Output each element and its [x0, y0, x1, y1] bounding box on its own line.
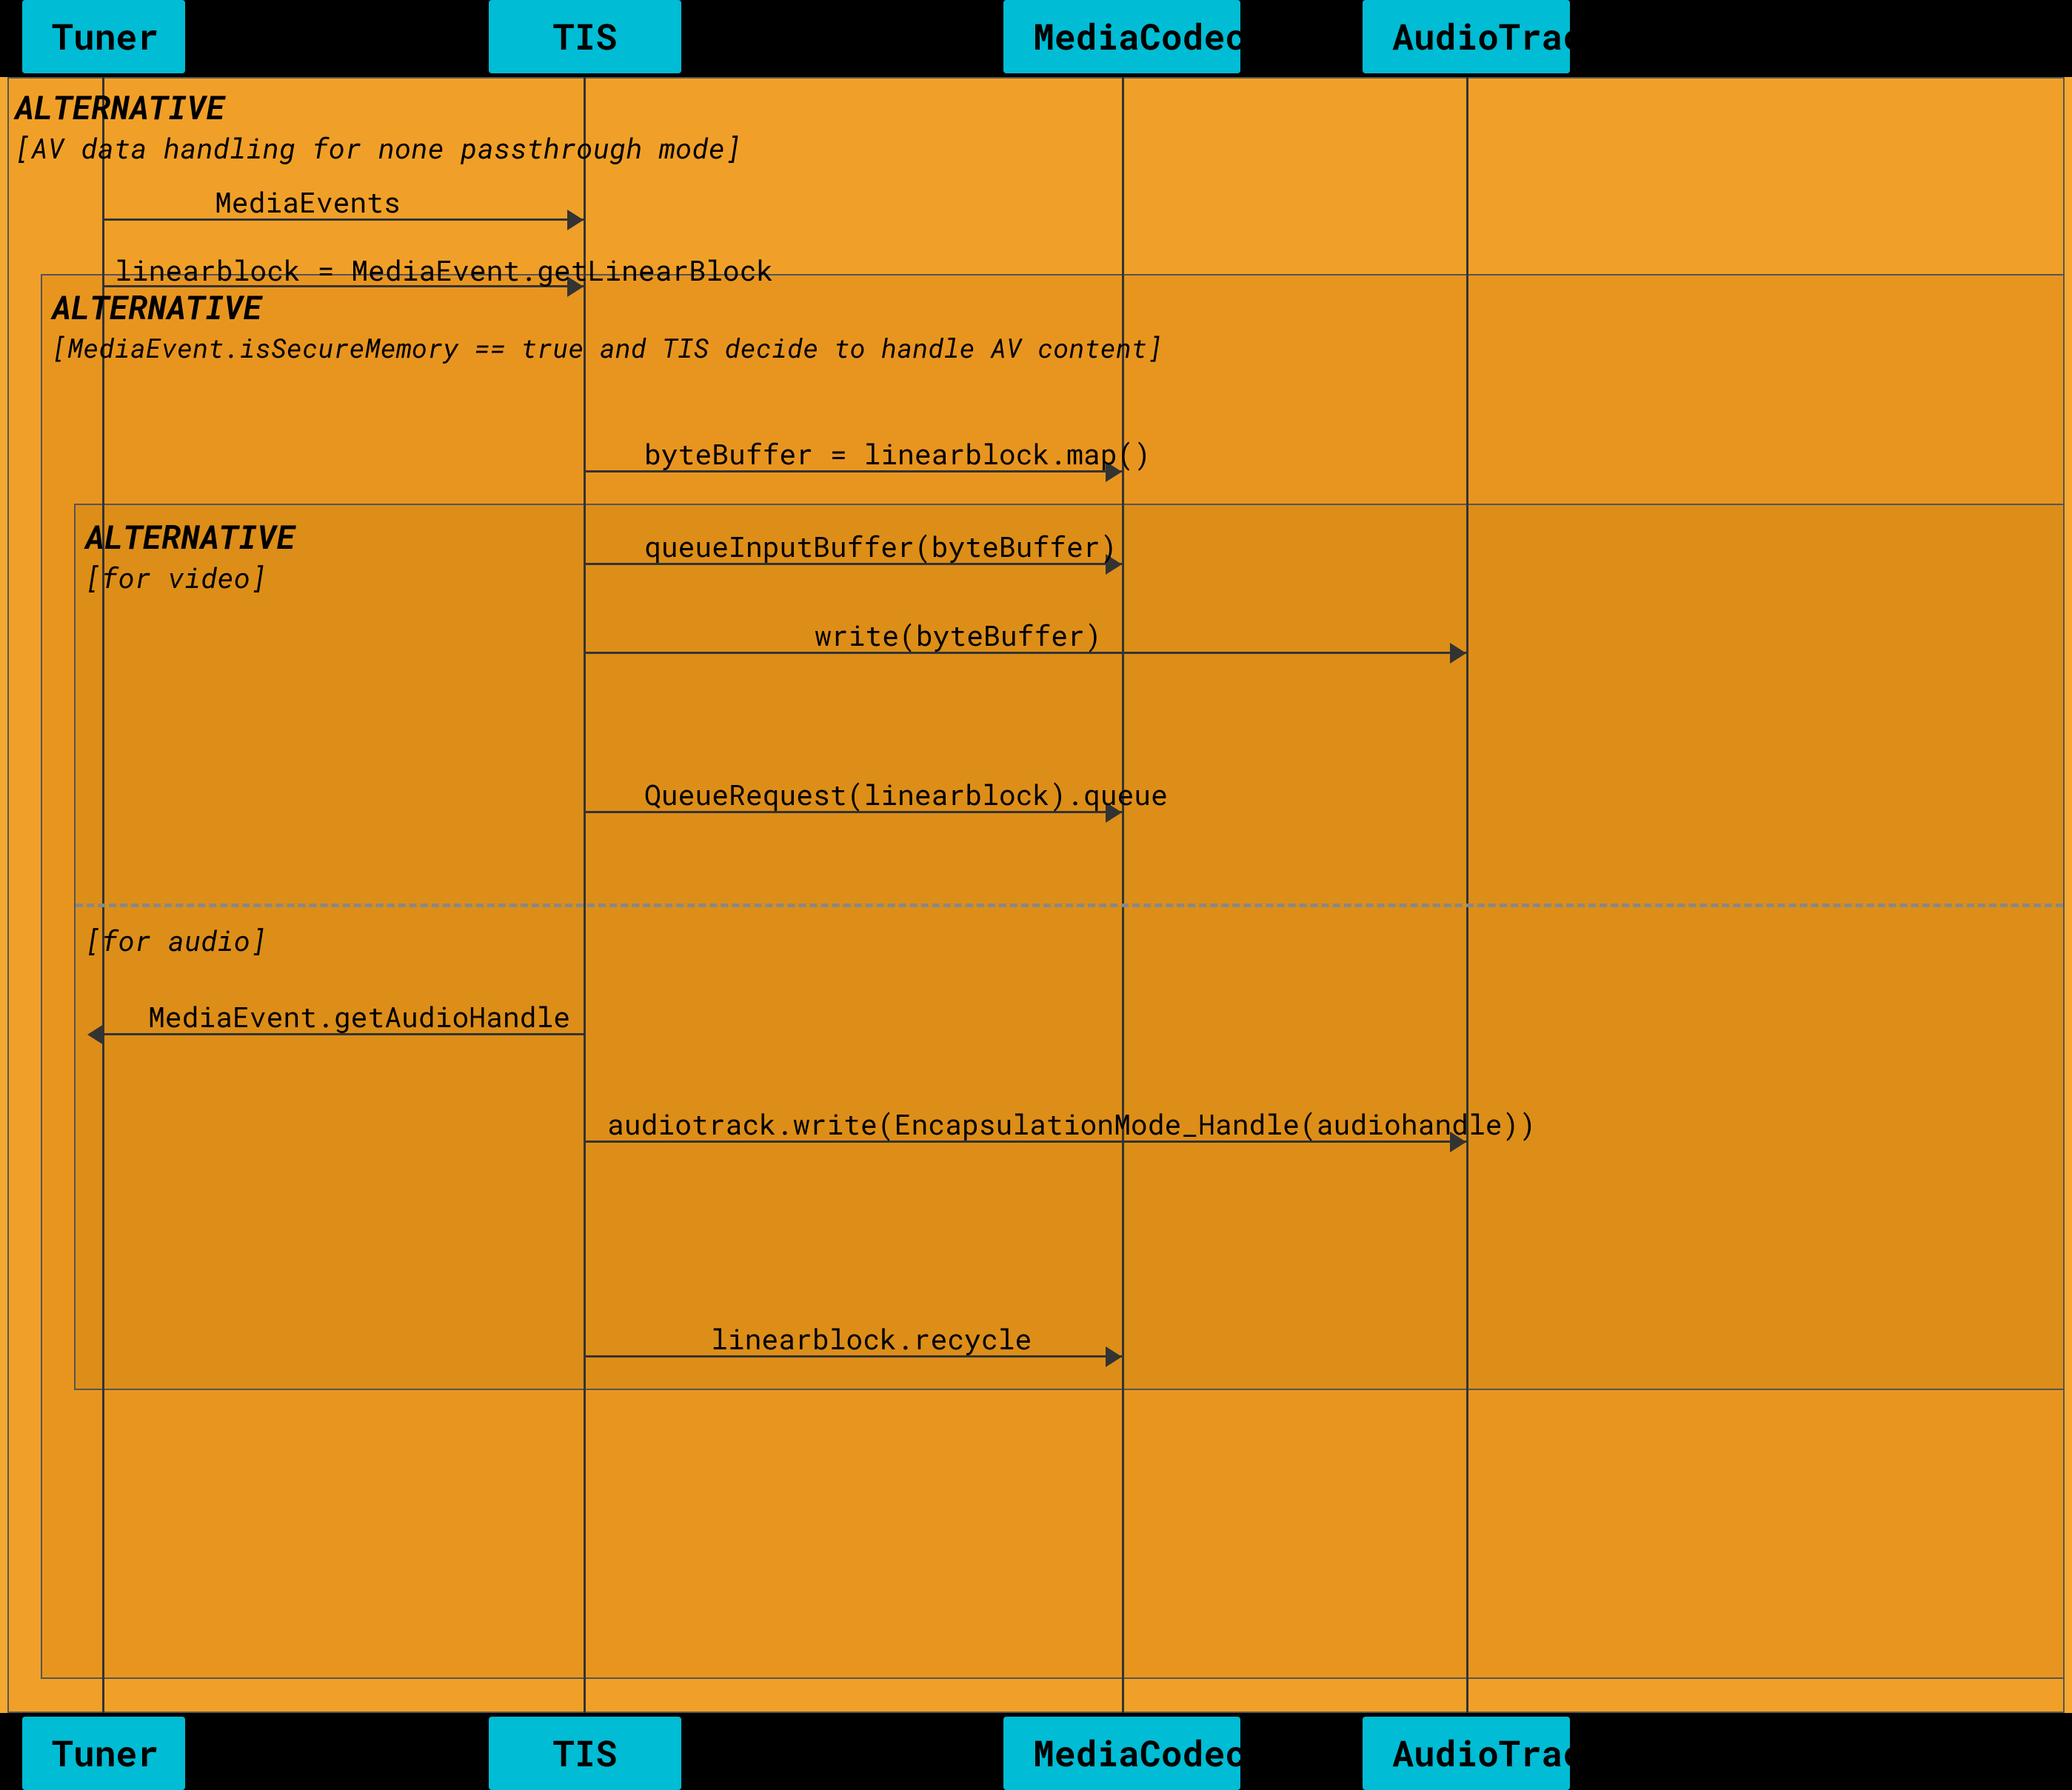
linearblock-recycle-label: linearblock.recycle: [711, 1320, 1032, 1357]
alt3-condition-audio: [for audio]: [85, 922, 267, 959]
linearblock-recycle-arrowhead: [1106, 1346, 1122, 1367]
audiotrack-header: AudioTrack: [1363, 0, 1570, 73]
alt1-label: ALTERNATIVE: [15, 85, 225, 128]
tis-header: TIS: [489, 0, 681, 73]
queue-input-label: queueInputBuffer(byteBuffer): [644, 528, 1117, 565]
bytebuffer-label: byteBuffer = linearblock.map(): [644, 435, 1151, 472]
diagram-container: Tuner TIS MediaCodec AudioTrack Tuner TI…: [0, 0, 2072, 1790]
tuner-footer: Tuner: [22, 1717, 185, 1790]
audiotrack-write-label: audiotrack.write(EncapsulationMode_Handl…: [607, 1106, 1536, 1143]
alt3-condition-video: [for video]: [85, 559, 267, 596]
tuner-header: Tuner: [22, 0, 185, 73]
get-audio-handle-label: MediaEvent.getAudioHandle: [148, 998, 570, 1035]
write-label: write(byteBuffer): [815, 617, 1102, 654]
alt1-condition: [AV data handling for none passthrough m…: [15, 130, 741, 167]
tis-lifeline: [584, 77, 586, 1713]
mediacodec-header: MediaCodec: [1003, 0, 1240, 73]
alt2-condition: [MediaEvent.isSecureMemory == true and T…: [52, 330, 1163, 365]
media-events-label: MediaEvents: [215, 184, 401, 221]
linearblock-label: linearblock = MediaEvent.getLinearBlock: [115, 252, 773, 289]
audiotrack-footer: AudioTrack: [1363, 1717, 1570, 1790]
mediacodec-lifeline: [1122, 77, 1124, 1713]
mediacodec-footer: MediaCodec: [1003, 1717, 1240, 1790]
media-events-arrowhead: [567, 210, 584, 230]
queue-request-label: QueueRequest(linearblock).queue: [644, 776, 1168, 813]
tis-footer: TIS: [489, 1717, 681, 1790]
write-arrowhead: [1450, 643, 1466, 664]
dashed-separator: [76, 904, 2063, 907]
get-audio-handle-arrowhead: [87, 1024, 104, 1045]
alt2-label: ALTERNATIVE: [52, 285, 262, 328]
audiotrack-lifeline: [1466, 77, 1468, 1713]
alt3-label: ALTERNATIVE: [85, 515, 295, 558]
